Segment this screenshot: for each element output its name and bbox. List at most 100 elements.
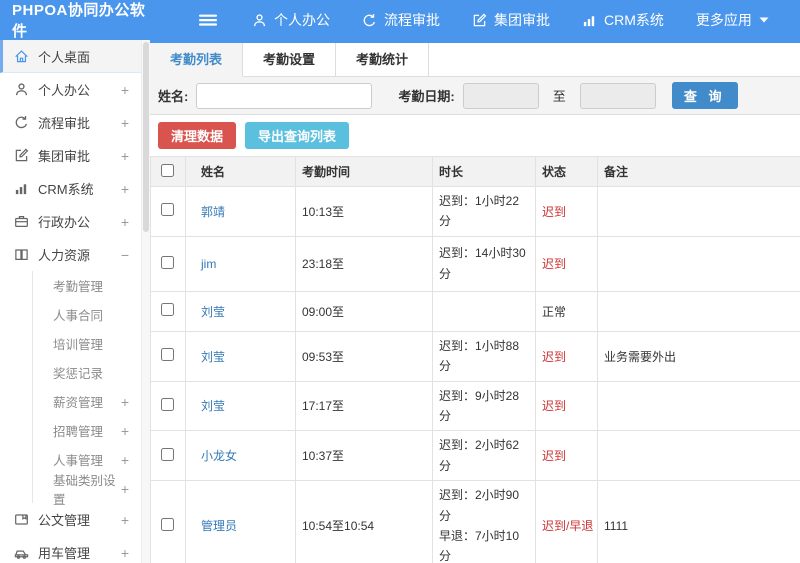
column-header: 状态 bbox=[535, 156, 598, 187]
employee-name-cell: jim bbox=[185, 235, 296, 292]
row-select-cell bbox=[150, 480, 186, 563]
chart-icon bbox=[14, 181, 29, 196]
topbar: PHPOA协同办公软件 个人办公 流程审批 集团审批 CRM系统 更多应用 bbox=[0, 0, 800, 40]
row-checkbox[interactable] bbox=[161, 203, 174, 217]
sidebar-item-label: 流程审批 bbox=[38, 116, 91, 131]
sidebar-subitem-training-management[interactable]: 培训管理 bbox=[33, 329, 141, 358]
tab-attendance-settings[interactable]: 考勤设置 bbox=[243, 43, 337, 77]
nav-item-label: 流程审批 bbox=[384, 12, 440, 28]
tab-attendance-stats[interactable]: 考勤统计 bbox=[336, 43, 430, 77]
employee-link[interactable]: 管理员 bbox=[201, 519, 237, 533]
date-from-input[interactable] bbox=[462, 82, 539, 109]
row-checkbox[interactable] bbox=[161, 397, 174, 411]
row-checkbox[interactable] bbox=[161, 517, 174, 531]
employee-link[interactable]: 小龙女 bbox=[201, 449, 237, 463]
employee-name-cell: 刘莹 bbox=[185, 330, 296, 382]
sidebar-subitem-label: 薪资管理 bbox=[53, 396, 104, 410]
employee-name-cell: 管理员 bbox=[185, 480, 296, 563]
column-header: 备注 bbox=[597, 156, 800, 187]
table-row: 刘莹 17:17至 迟到：9小时28分 迟到 bbox=[150, 380, 800, 432]
export-list-button[interactable]: 导出查询列表 bbox=[245, 122, 350, 149]
employee-link[interactable]: jim bbox=[201, 257, 216, 271]
expand-toggle-icon[interactable]: + bbox=[121, 452, 129, 468]
select-all-checkbox[interactable] bbox=[161, 163, 174, 177]
sidebar-subitem-reward-punishment-record[interactable]: 奖惩记录 bbox=[33, 358, 141, 387]
sidebar-item-crm-system[interactable]: CRM系统 + bbox=[0, 172, 141, 205]
expand-toggle-icon[interactable]: + bbox=[121, 545, 129, 561]
attendance-time-cell: 10:13至 bbox=[295, 186, 433, 237]
sidebar-item-label: 个人办公 bbox=[38, 83, 91, 98]
employee-name-cell: 刘莹 bbox=[185, 290, 296, 332]
nav-item-personal-office[interactable]: 个人办公 bbox=[252, 10, 330, 30]
status-cell: 正常 bbox=[535, 290, 598, 332]
sidebar-subitem-base-category-settings[interactable]: 基础类别设置 + bbox=[33, 474, 141, 507]
employee-link[interactable]: 刘莹 bbox=[201, 305, 225, 319]
row-checkbox[interactable] bbox=[161, 303, 174, 317]
sidebar-subitem-attendance-management[interactable]: 考勤管理 bbox=[33, 271, 141, 300]
caret-down-icon bbox=[759, 16, 769, 24]
home-icon bbox=[14, 49, 29, 64]
employee-name-cell: 刘莹 bbox=[185, 380, 296, 432]
status-badge: 迟到 bbox=[542, 204, 567, 219]
expand-toggle-icon[interactable]: + bbox=[121, 423, 129, 439]
expand-toggle-icon[interactable]: + bbox=[121, 512, 129, 528]
sidebar-item-label: 集团审批 bbox=[38, 149, 91, 164]
nav-item-group-approval[interactable]: 集团审批 bbox=[472, 10, 550, 30]
expand-toggle-icon[interactable]: + bbox=[121, 394, 129, 410]
sidebar-subitem-hr-contract[interactable]: 人事合同 bbox=[33, 300, 141, 329]
sidebar-item-admin-office[interactable]: 行政办公 + bbox=[0, 205, 141, 238]
top-nav: 个人办公 流程审批 集团审批 CRM系统 更多应用 bbox=[252, 10, 769, 30]
sidebar-scrollbar-thumb[interactable] bbox=[143, 42, 149, 232]
note-cell bbox=[597, 380, 800, 432]
sidebar-subitem-label: 招聘管理 bbox=[53, 425, 104, 439]
row-select-cell bbox=[150, 290, 186, 332]
row-checkbox[interactable] bbox=[161, 348, 174, 362]
sidebar-item-label: 公文管理 bbox=[38, 513, 91, 528]
attendance-time-cell: 10:54至10:54 bbox=[295, 480, 433, 563]
menu-toggle-icon[interactable] bbox=[198, 12, 218, 28]
note-cell bbox=[597, 186, 800, 237]
status-badge: 迟到 bbox=[542, 257, 567, 272]
tab-attendance-list[interactable]: 考勤列表 bbox=[150, 43, 244, 77]
name-filter-input[interactable] bbox=[196, 82, 373, 109]
expand-toggle-icon[interactable]: + bbox=[121, 148, 129, 164]
sidebar-item-personal-desktop[interactable]: 个人桌面 bbox=[0, 40, 141, 73]
date-to-label: 至 bbox=[552, 89, 566, 104]
sidebar-subitem-recruitment-management[interactable]: 招聘管理 + bbox=[33, 416, 141, 445]
column-header: 姓名 bbox=[185, 156, 296, 187]
expand-toggle-icon[interactable]: + bbox=[121, 481, 129, 497]
sidebar-subitem-label: 基础类别设置 bbox=[53, 473, 116, 507]
sidebar-item-human-resources[interactable]: 人力资源 − bbox=[0, 238, 141, 271]
row-checkbox[interactable] bbox=[161, 447, 174, 461]
sidebar-item-label: 人力资源 bbox=[38, 248, 91, 263]
employee-link[interactable]: 刘莹 bbox=[201, 350, 225, 364]
sidebar-subitem-salary-management[interactable]: 薪资管理 + bbox=[33, 387, 141, 416]
expand-toggle-icon[interactable]: + bbox=[121, 181, 129, 197]
clear-data-button[interactable]: 清理数据 bbox=[158, 122, 237, 149]
date-to-input[interactable] bbox=[579, 82, 656, 109]
nav-item-more-apps[interactable]: 更多应用 bbox=[696, 10, 769, 30]
employee-link[interactable]: 刘莹 bbox=[201, 399, 225, 413]
sidebar-item-document-management[interactable]: 公文管理 + bbox=[0, 503, 141, 536]
row-select-cell bbox=[150, 330, 186, 382]
nav-item-crm-system[interactable]: CRM系统 bbox=[582, 10, 664, 30]
table-row: 管理员 10:54至10:54 迟到：2小时90分 早退：7小时10分 迟到/早退 111… bbox=[150, 480, 800, 563]
duration-cell: 迟到：1小时22分 bbox=[432, 186, 536, 237]
sidebar-item-workflow-approval[interactable]: 流程审批 + bbox=[0, 106, 141, 139]
sidebar-item-personal-office[interactable]: 个人办公 + bbox=[0, 73, 141, 106]
sidebar-item-label: 用车管理 bbox=[38, 546, 91, 561]
status-badge: 正常 bbox=[542, 304, 567, 319]
employee-link[interactable]: 郭靖 bbox=[201, 205, 225, 219]
search-button[interactable]: 查 询 bbox=[671, 82, 738, 109]
employee-name-cell: 小龙女 bbox=[185, 430, 296, 482]
expand-toggle-icon[interactable]: − bbox=[121, 247, 129, 263]
sidebar-scrollbar[interactable] bbox=[142, 40, 150, 563]
nav-item-workflow-approval[interactable]: 流程审批 bbox=[362, 10, 440, 30]
expand-toggle-icon[interactable]: + bbox=[121, 115, 129, 131]
nav-item-label: CRM系统 bbox=[604, 12, 664, 28]
row-checkbox[interactable] bbox=[161, 255, 174, 269]
expand-toggle-icon[interactable]: + bbox=[121, 82, 129, 98]
expand-toggle-icon[interactable]: + bbox=[121, 214, 129, 230]
sidebar-item-vehicle-management[interactable]: 用车管理 + bbox=[0, 536, 141, 563]
sidebar-item-group-approval[interactable]: 集团审批 + bbox=[0, 139, 141, 172]
